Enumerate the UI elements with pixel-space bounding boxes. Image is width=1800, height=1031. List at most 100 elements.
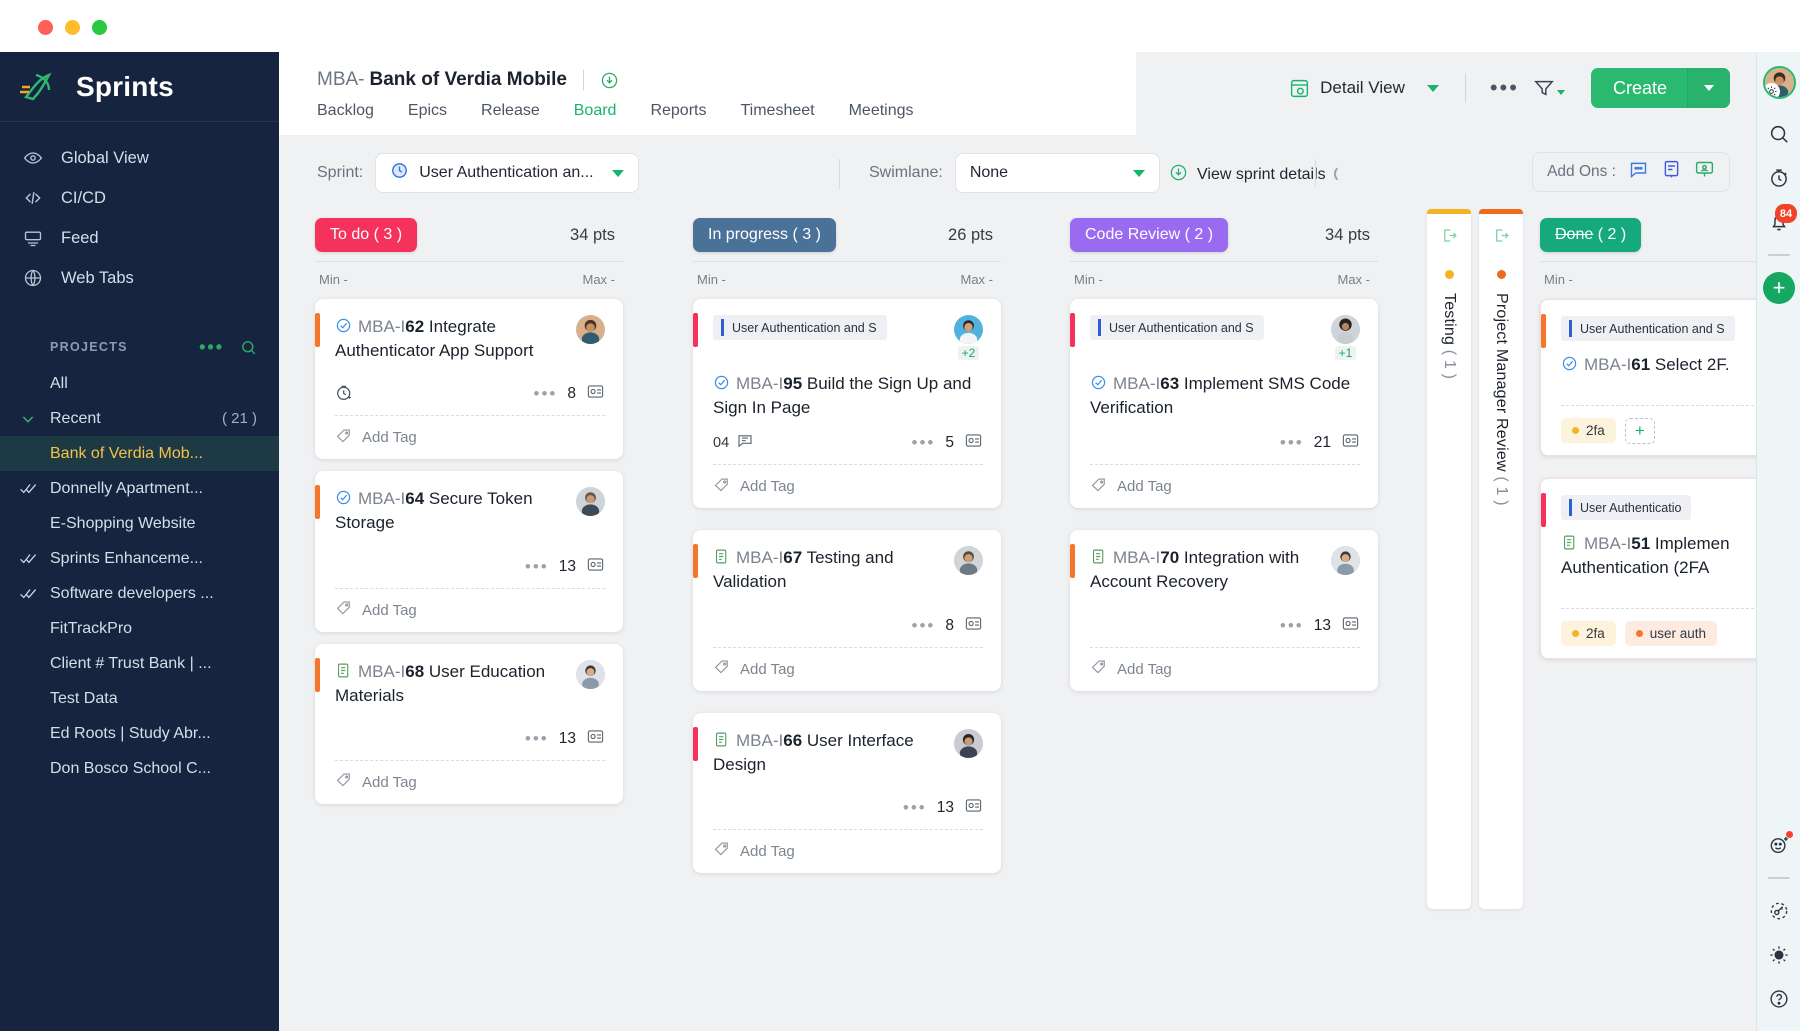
card-assignee[interactable] <box>954 546 983 576</box>
sidebar-project-all[interactable]: All <box>0 366 279 401</box>
smiley-plus-icon[interactable] <box>1757 823 1800 867</box>
view-sprint-details-link[interactable]: View sprint details <box>1169 163 1326 187</box>
card-add-tag[interactable]: Add Tag <box>335 587 605 632</box>
tab-backlog[interactable]: Backlog <box>317 102 391 132</box>
create-dropdown-button[interactable] <box>1688 68 1730 108</box>
user-profile-button[interactable] <box>1757 52 1800 112</box>
filter-button[interactable] <box>1525 77 1573 99</box>
filter-caret-icon[interactable] <box>1556 89 1565 95</box>
search-icon[interactable] <box>1757 112 1800 156</box>
sidebar-project-donnelly[interactable]: Donnelly Apartment... <box>0 471 279 506</box>
card-more-icon[interactable]: ••• <box>912 434 936 451</box>
card-more-icon[interactable]: ••• <box>903 799 927 816</box>
sidebar-item-web-tabs[interactable]: Web Tabs <box>0 258 279 298</box>
board-card[interactable]: MBA-I62 Integrate Authenticator App Supp… <box>315 299 623 460</box>
card-assignee[interactable] <box>576 659 605 689</box>
column-title-chip[interactable]: In progress ( 3 ) <box>693 218 836 252</box>
add-tag-button[interactable]: + <box>1624 417 1655 444</box>
timer-icon[interactable] <box>335 383 354 406</box>
board-card[interactable]: MBA-I67 Testing and Validation ••• 8 Add… <box>693 530 1001 691</box>
tab-reports[interactable]: Reports <box>633 102 723 132</box>
sidebar-project-fittrackpro[interactable]: FitTrackPro <box>0 611 279 646</box>
app-brand[interactable]: Sprints <box>0 52 279 122</box>
gear-icon[interactable] <box>1764 82 1780 97</box>
board-card[interactable]: MBA-I68 User Education Materials ••• 13 … <box>315 643 623 804</box>
card-epic-tag[interactable]: User Authentication and S <box>713 315 887 340</box>
window-close-button[interactable] <box>38 20 53 35</box>
card-epic-tag[interactable]: User Authentication and S <box>1090 315 1264 340</box>
column-title-chip[interactable]: Done ( 2 ) <box>1540 218 1642 252</box>
card-add-tag[interactable]: Add Tag <box>713 828 983 873</box>
card-more-icon[interactable]: ••• <box>912 617 936 634</box>
card-more-icon[interactable]: ••• <box>1280 434 1304 451</box>
sidebar-item-global-view[interactable]: Global View <box>0 138 279 178</box>
create-button[interactable]: Create <box>1590 68 1730 108</box>
card-add-tag[interactable]: Add Tag <box>1090 464 1360 508</box>
column-title-chip[interactable]: To do ( 3 ) <box>315 218 418 252</box>
extra-assignees-count[interactable]: +2 <box>957 346 980 360</box>
board-card[interactable]: User Authentication and S +1 MBA-I63 Imp… <box>1070 299 1378 509</box>
kanban-board[interactable]: To do ( 3 ) 34 pts Min - Max - MBA-I62 I… <box>279 209 1756 1031</box>
notes-addon-icon[interactable] <box>1661 159 1682 185</box>
board-card[interactable]: MBA-I70 Integration with Account Recover… <box>1070 530 1378 691</box>
download-info-icon[interactable] <box>600 71 619 90</box>
card-add-tag[interactable]: Add Tag <box>335 759 605 804</box>
board-card[interactable]: MBA-I64 Secure Token Storage ••• 13 Add … <box>315 471 623 632</box>
comment-icon[interactable] <box>736 432 754 454</box>
tab-epics[interactable]: Epics <box>391 102 464 132</box>
sidebar-project-eshopping[interactable]: E-Shopping Website <box>0 506 279 541</box>
card-assignee[interactable]: +2 <box>954 315 983 360</box>
board-card[interactable]: MBA-I66 User Interface Design ••• 13 Add… <box>693 712 1001 873</box>
projects-search-icon[interactable] <box>240 339 257 356</box>
card-epic-tag[interactable]: User Authenticatio <box>1561 495 1692 521</box>
card-add-tag[interactable]: Add Tag <box>713 646 983 691</box>
bell-icon[interactable]: 84 <box>1757 200 1800 244</box>
card-add-tag[interactable]: Add Tag <box>1090 646 1360 691</box>
card-tag[interactable]: user auth <box>1624 621 1718 647</box>
board-card[interactable]: User Authenticatio MBA-I51 Implemen Auth… <box>1540 478 1756 660</box>
chevron-down-icon[interactable] <box>611 169 624 177</box>
tab-board[interactable]: Board <box>557 102 634 132</box>
add-button[interactable]: + <box>1757 266 1800 310</box>
card-assignee[interactable] <box>954 728 983 758</box>
window-maximize-button[interactable] <box>92 20 107 35</box>
sidebar-project-software-developers[interactable]: Software developers ... <box>0 576 279 611</box>
sidebar-project-trust-bank[interactable]: Client # Trust Bank | ... <box>0 646 279 681</box>
sidebar-project-test-data[interactable]: Test Data <box>0 681 279 716</box>
help-icon[interactable] <box>1757 977 1800 1021</box>
card-tag[interactable]: 2fa <box>1561 621 1616 647</box>
sun-icon[interactable] <box>1757 933 1800 977</box>
sidebar-project-recent[interactable]: Recent ( 21 ) <box>0 401 279 436</box>
sidebar-project-don-bosco[interactable]: Don Bosco School C... <box>0 751 279 786</box>
expand-column-icon[interactable] <box>1479 214 1523 256</box>
card-more-icon[interactable]: ••• <box>534 385 558 402</box>
window-minimize-button[interactable] <box>65 20 80 35</box>
sidebar-project-sprints-enhancement[interactable]: Sprints Enhanceme... <box>0 541 279 576</box>
board-column-pm-review-collapsed[interactable]: Project Manager Review ( 1 ) <box>1479 209 1523 909</box>
card-add-tag[interactable]: Add Tag <box>713 464 983 508</box>
chevron-down-icon[interactable] <box>1426 84 1439 92</box>
tab-timesheet[interactable]: Timesheet <box>723 102 831 132</box>
chevron-down-icon[interactable] <box>1132 169 1145 177</box>
board-card[interactable]: User Authentication and S +2 MBA-I95 Bui… <box>693 299 1001 509</box>
card-tag[interactable]: 2fa <box>1561 418 1616 444</box>
more-options-button[interactable]: ••• <box>1484 77 1525 99</box>
sidebar-project-ed-roots[interactable]: Ed Roots | Study Abr... <box>0 716 279 751</box>
card-assignee[interactable]: +1 <box>1331 315 1360 360</box>
key-icon[interactable] <box>1757 889 1800 933</box>
card-more-icon[interactable]: ••• <box>525 730 549 747</box>
timer-icon[interactable] <box>1757 156 1800 200</box>
detail-view-selector[interactable]: Detail View <box>1281 72 1447 105</box>
tab-release[interactable]: Release <box>464 102 557 132</box>
card-more-icon[interactable]: ••• <box>525 558 549 575</box>
projects-more-icon[interactable]: ••• <box>199 338 224 356</box>
card-more-icon[interactable]: ••• <box>1280 617 1304 634</box>
card-assignee[interactable] <box>1331 546 1360 576</box>
expand-column-icon[interactable] <box>1427 214 1471 256</box>
card-add-tag[interactable]: Add Tag <box>335 415 605 459</box>
sidebar-item-cicd[interactable]: CI/CD <box>0 178 279 218</box>
extra-assignees-count[interactable]: +1 <box>1334 346 1357 360</box>
card-assignee[interactable] <box>576 487 605 517</box>
meeting-addon-icon[interactable] <box>1694 159 1715 185</box>
tab-meetings[interactable]: Meetings <box>832 102 931 132</box>
